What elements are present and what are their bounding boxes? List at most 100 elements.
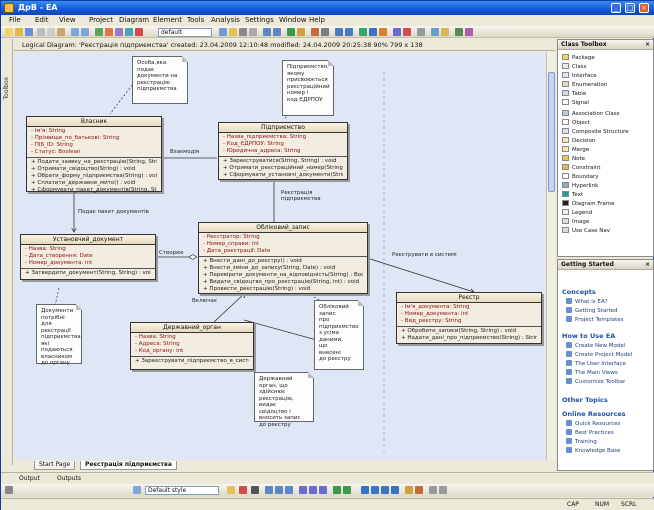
menu-view[interactable]: View — [59, 16, 76, 24]
link-howto[interactable]: Create New Model — [566, 342, 625, 349]
tool-item[interactable]: Merge — [562, 146, 589, 153]
new-icon[interactable] — [5, 28, 13, 36]
tool-item[interactable]: Hyperlink — [562, 182, 598, 189]
maximize-button[interactable]: □ — [625, 3, 635, 13]
tool-item[interactable]: Legend — [562, 209, 592, 216]
refresh-icon[interactable] — [359, 28, 367, 36]
bug-icon[interactable] — [403, 28, 411, 36]
text-icon[interactable] — [239, 28, 247, 36]
tool-item[interactable]: Signal — [562, 99, 589, 106]
tool-item[interactable]: Class — [562, 63, 586, 70]
note-business[interactable]: Підприємство, якому присвоюється реєстра… — [282, 60, 334, 116]
check-icon[interactable] — [455, 28, 463, 36]
tool-item[interactable]: Constraint — [562, 164, 601, 171]
close-icon[interactable]: × — [645, 40, 650, 49]
browser-icon[interactable] — [95, 28, 103, 36]
menu-element[interactable]: Element — [153, 16, 182, 24]
menu-file[interactable]: File — [9, 16, 21, 24]
diagram-canvas[interactable]: Особа,яка подає документи на реєстрацію … — [14, 52, 546, 460]
font-icon[interactable] — [249, 28, 257, 36]
tool-item[interactable]: Note — [562, 155, 585, 162]
tool-item[interactable]: Enumeration — [562, 81, 607, 88]
class-owner[interactable]: Власник - Ім'я: String - Прізвище_по_бат… — [26, 116, 162, 193]
properties-icon[interactable] — [105, 28, 113, 36]
tool-item[interactable]: Object — [562, 119, 590, 126]
toolbox-strip[interactable]: Toolbox — [1, 39, 13, 465]
link-icon[interactable] — [321, 28, 329, 36]
paste-icon[interactable] — [57, 28, 65, 36]
zoom-100-icon[interactable] — [391, 486, 399, 494]
outputs-tab[interactable]: Outputs — [57, 475, 81, 482]
redo-icon[interactable] — [81, 28, 89, 36]
workspace-select[interactable]: default — [158, 28, 212, 37]
tool-item[interactable]: Diagram Frame — [562, 200, 615, 207]
tool-item[interactable]: Association Class — [562, 110, 620, 117]
align-center-icon[interactable] — [275, 486, 283, 494]
stop-icon[interactable] — [297, 28, 305, 36]
report-icon[interactable] — [379, 28, 387, 36]
zoom-out-icon[interactable] — [371, 486, 379, 494]
align-icon[interactable] — [263, 28, 271, 36]
menu-analysis[interactable]: Analysis — [211, 16, 240, 24]
class-business[interactable]: Підприємство - Назва_підприємства: Strin… — [218, 122, 348, 180]
open-icon[interactable] — [15, 28, 23, 36]
print-icon[interactable] — [439, 486, 447, 494]
same-width-icon[interactable] — [299, 486, 307, 494]
align-right-icon[interactable] — [285, 486, 293, 494]
grid-icon[interactable] — [405, 486, 413, 494]
fill-color-icon[interactable] — [227, 486, 235, 494]
style-select[interactable]: Default style — [145, 486, 219, 495]
canvas-vertical-scrollbar[interactable] — [546, 52, 555, 460]
tool-item[interactable]: Use Case Nav — [562, 227, 610, 234]
tool-item[interactable]: Decision — [562, 137, 595, 144]
link-online[interactable]: Knowledge Base — [566, 447, 620, 454]
close-icon[interactable]: × — [645, 260, 650, 269]
tool-item[interactable]: Interface — [562, 72, 597, 79]
class-state[interactable]: Державний_орган - Назва: String - Адреса… — [130, 322, 254, 370]
tab-start-page[interactable]: Start Page — [34, 461, 76, 470]
copy-icon[interactable] — [47, 28, 55, 36]
globe-icon[interactable] — [369, 28, 377, 36]
align-left-icon[interactable] — [265, 486, 273, 494]
menu-help[interactable]: Help — [309, 16, 325, 24]
undo-icon[interactable] — [71, 28, 79, 36]
run-icon[interactable] — [287, 28, 295, 36]
pencil-icon[interactable] — [311, 28, 319, 36]
link-howto[interactable]: The Main Views — [566, 369, 618, 376]
bring-front-icon[interactable] — [333, 486, 341, 494]
zoom-in-icon[interactable] — [361, 486, 369, 494]
note-icon[interactable] — [229, 28, 237, 36]
tool-item[interactable]: Composite Structure — [562, 128, 629, 135]
matrix-icon[interactable] — [465, 28, 473, 36]
help-icon[interactable] — [431, 28, 439, 36]
link-online[interactable]: Best Practices — [566, 429, 614, 436]
link-concept[interactable]: Project Templates — [566, 316, 624, 323]
tool-item[interactable]: Text — [562, 191, 583, 198]
note-owner[interactable]: Особа,яка подає документи на реєстрацію … — [132, 56, 188, 104]
menu-tools[interactable]: Tools — [187, 16, 204, 24]
search-icon[interactable] — [115, 28, 123, 36]
save-icon[interactable] — [25, 28, 33, 36]
cut-icon[interactable] — [37, 28, 45, 36]
menu-project[interactable]: Project — [89, 16, 113, 24]
import-icon[interactable] — [345, 28, 353, 36]
class-founder-doc[interactable]: Установчий_документ - Назва: String - Да… — [20, 234, 156, 280]
link-howto[interactable]: Create Project Model — [566, 351, 632, 358]
link-concept[interactable]: What is EA? — [566, 298, 608, 305]
delete-icon[interactable] — [135, 28, 143, 36]
note-state[interactable]: Державний орган, що здійснює реєстрацію,… — [254, 372, 314, 428]
link-howto[interactable]: Customize Toolbar — [566, 378, 625, 385]
generate-icon[interactable] — [335, 28, 343, 36]
tool-item[interactable]: Table — [562, 90, 586, 97]
book-icon[interactable] — [441, 28, 449, 36]
link-online[interactable]: Training — [566, 438, 597, 445]
output-tab[interactable]: Output — [19, 475, 40, 482]
same-size-icon[interactable] — [319, 486, 327, 494]
font-color-icon[interactable] — [251, 486, 259, 494]
same-height-icon[interactable] — [309, 486, 317, 494]
tool-item[interactable]: Image — [562, 218, 589, 225]
class-main-record[interactable]: Обліковий_запис - Реєстратор: String - Н… — [198, 222, 368, 294]
note-main-record[interactable]: Обліковий запис про підприємство з усіма… — [314, 300, 364, 370]
tool-item[interactable]: Boundary — [562, 173, 599, 180]
line-color-icon[interactable] — [239, 486, 247, 494]
